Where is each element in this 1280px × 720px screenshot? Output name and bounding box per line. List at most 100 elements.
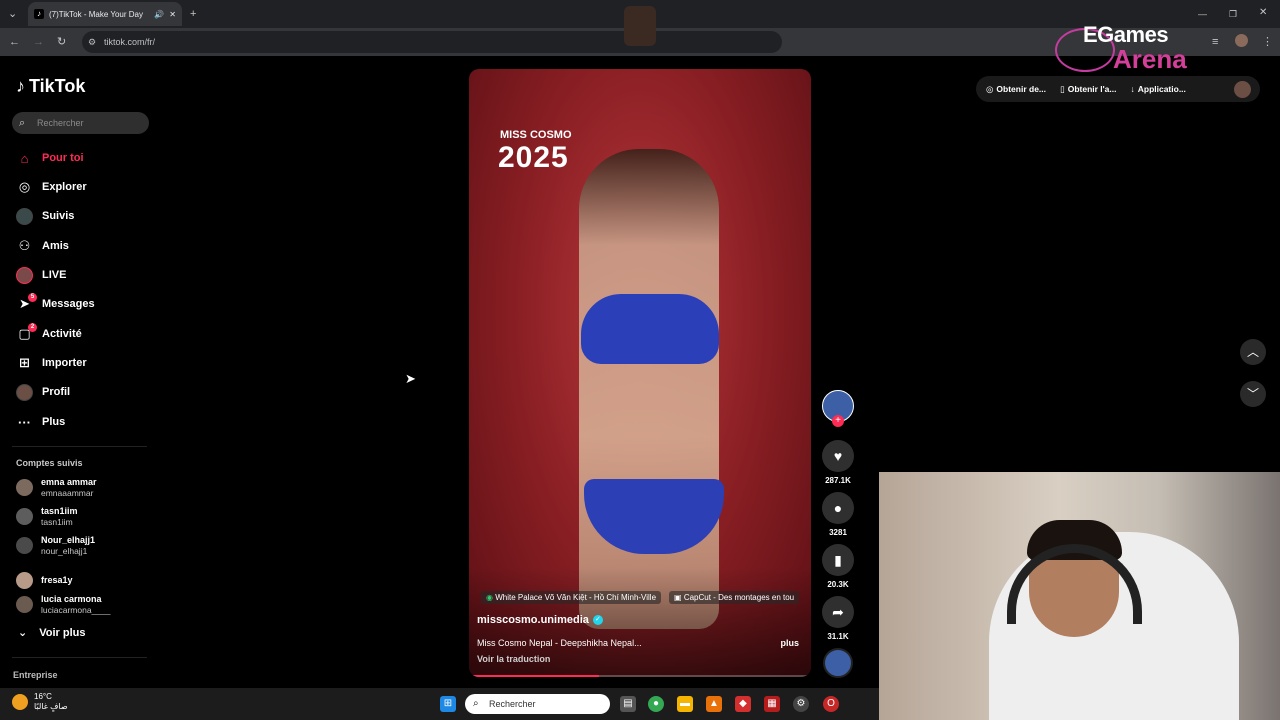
share-action[interactable]: ➦ 31.1K [822, 596, 854, 641]
nav-importer[interactable]: ⊞ Importer [16, 353, 87, 373]
desktop-app-button[interactable]: ↓ Applicatio... [1130, 84, 1185, 94]
next-video-button[interactable]: ﹀ [1240, 381, 1266, 407]
app-icon[interactable]: ◆ [735, 696, 751, 712]
avatar [16, 595, 33, 613]
description-more-button[interactable]: plus [780, 638, 799, 648]
restore-icon[interactable]: ❐ [1229, 7, 1237, 21]
sidebar-divider [12, 446, 147, 447]
comment-action[interactable]: ● 3281 [822, 492, 854, 537]
video-progress[interactable] [469, 675, 811, 677]
weather-widget[interactable]: 16°C صافٍ غالبًا [12, 692, 68, 712]
location-tag[interactable]: ◉ White Palace Võ Văn Kiệt - Hồ Chí Minh… [481, 591, 662, 604]
followed-accounts-title: Comptes suivis [16, 458, 83, 468]
see-more-label: Voir plus [39, 626, 86, 639]
heart-icon[interactable]: ♥ [822, 440, 854, 472]
file-explorer-icon[interactable]: ▬ [677, 696, 693, 712]
nav-messages[interactable]: ➤ 5 Messages [16, 292, 95, 314]
follow-plus-icon[interactable]: + [832, 415, 844, 427]
nav-activite[interactable]: ▢ 2 Activité [16, 322, 82, 344]
activity-icon: ▢ 2 [16, 322, 37, 343]
followed-account[interactable]: tasn1iim tasn1iim [16, 503, 78, 529]
comment-icon[interactable]: ● [822, 492, 854, 524]
minimize-icon[interactable]: — [1198, 7, 1207, 21]
desktop-app-label: Applicatio... [1137, 84, 1186, 94]
tab-search-icon[interactable]: ⌄ [8, 7, 17, 21]
browser-menu-icon[interactable]: ⋮ [1262, 35, 1273, 49]
opera-icon[interactable]: O [823, 696, 839, 712]
nav-label: Amis [42, 240, 69, 252]
previous-video-button[interactable]: ︿ [1240, 339, 1266, 365]
app-icon[interactable]: ⚙ [793, 696, 809, 712]
entreprise-link[interactable]: Entreprise [13, 670, 58, 680]
download-icon: ↓ [1130, 84, 1135, 94]
video-overlay-year: 2025 [498, 141, 569, 174]
nav-pour-toi[interactable]: ⌂ Pour toi [16, 148, 84, 168]
video-username[interactable]: misscosmo.unimedia ✓ [477, 614, 603, 626]
account-user: luciacarmona____ [41, 604, 111, 615]
coin-icon: ◎ [986, 83, 994, 94]
site-info-icon[interactable]: ⚙ [88, 31, 96, 53]
forward-icon[interactable]: → [33, 35, 44, 49]
back-icon[interactable]: ← [9, 35, 20, 49]
egames-arena-logo: EGames Arena [1055, 22, 1205, 74]
save-count: 20.3K [827, 580, 849, 589]
mouse-cursor: ➤ [405, 371, 416, 386]
browser-tab[interactable]: ♪ (7)TikTok - Make Your Day 🔊 ✕ [28, 2, 182, 26]
windows-start-icon[interactable]: ⊞ [440, 696, 456, 712]
nav-profil[interactable]: Profil [16, 382, 70, 402]
account-name: Nour_elhajj1 [41, 534, 96, 545]
followed-account[interactable]: Nour_elhajj1 nour_elhajj1 [16, 532, 95, 558]
chevron-down-icon: ⌄ [18, 627, 28, 639]
webcam-overlay [879, 472, 1280, 720]
account-name: tasn1iim [41, 505, 78, 516]
get-coins-button[interactable]: ◎ Obtenir de... [986, 84, 1046, 95]
nav-plus[interactable]: ··· Plus [16, 412, 65, 432]
browser-profile-avatar[interactable] [1235, 34, 1248, 47]
user-avatar[interactable] [1234, 81, 1251, 98]
account-name: fresa1y [41, 574, 73, 585]
share-icon[interactable]: ➦ [822, 596, 854, 628]
followed-account[interactable]: fresa1y [16, 567, 73, 593]
new-tab-button[interactable]: + [190, 7, 196, 21]
bookmark-icon[interactable]: ▮ [822, 544, 854, 576]
capcut-tag[interactable]: ▣ CapCut - Des montages en tou [669, 591, 800, 604]
close-tab-icon[interactable]: ✕ [169, 10, 176, 19]
nav-explorer[interactable]: ◎ Explorer [16, 177, 87, 197]
location-icon: ◉ [486, 593, 493, 602]
save-action[interactable]: ▮ 20.3K [822, 544, 854, 589]
nav-amis[interactable]: ⚇ Amis [16, 236, 69, 256]
nav-label: LIVE [42, 269, 67, 281]
search-input[interactable]: ⌕ Rechercher [12, 112, 149, 134]
reading-list-icon[interactable]: ≡ [1212, 35, 1218, 49]
followed-account[interactable]: emna ammar emnaaammar [16, 474, 97, 500]
video-player[interactable]: MISS COSMO 2025 ◉ White Palace Võ Văn Ki… [469, 69, 811, 677]
reload-icon[interactable]: ↻ [57, 35, 66, 49]
close-window-icon[interactable]: ✕ [1259, 6, 1267, 20]
taskbar-search[interactable]: ⌕ Rechercher [465, 694, 610, 714]
task-view-icon[interactable]: ▤ [620, 696, 636, 712]
see-more-button[interactable]: ⌄ Voir plus [18, 626, 86, 640]
upload-icon: ⊞ [19, 355, 30, 370]
following-avatar-icon [16, 207, 33, 225]
nav-suivis[interactable]: Suivis [16, 206, 74, 226]
get-app-button[interactable]: ▯ Obtenir l'a... [1060, 84, 1116, 95]
video-figure [579, 149, 719, 629]
like-action[interactable]: ♥ 287.1K [822, 440, 854, 485]
address-bar[interactable]: ⚙ tiktok.com/fr/ [82, 31, 782, 53]
temperature: 16°C [34, 692, 52, 701]
taskbar-search-label: Rechercher [489, 699, 536, 709]
profile-avatar-icon [16, 383, 33, 401]
translate-link[interactable]: Voir la traduction [477, 654, 550, 664]
app-icon[interactable]: ▦ [764, 696, 780, 712]
chrome-icon[interactable]: ● [648, 696, 664, 712]
tiktok-logo[interactable]: ♪ TikTok [16, 76, 85, 97]
nav-live[interactable]: LIVE [16, 265, 66, 285]
nav-label: Importer [42, 357, 87, 369]
get-app-label: Obtenir l'a... [1067, 84, 1117, 94]
app-icon[interactable]: ▲ [706, 696, 722, 712]
nav-label: Messages [42, 298, 95, 310]
followed-account[interactable]: lucia carmona luciacarmona____ [16, 591, 110, 617]
nav-label: Plus [42, 416, 66, 428]
audio-icon[interactable]: 🔊 [154, 10, 164, 19]
music-disc-icon[interactable] [823, 648, 853, 678]
